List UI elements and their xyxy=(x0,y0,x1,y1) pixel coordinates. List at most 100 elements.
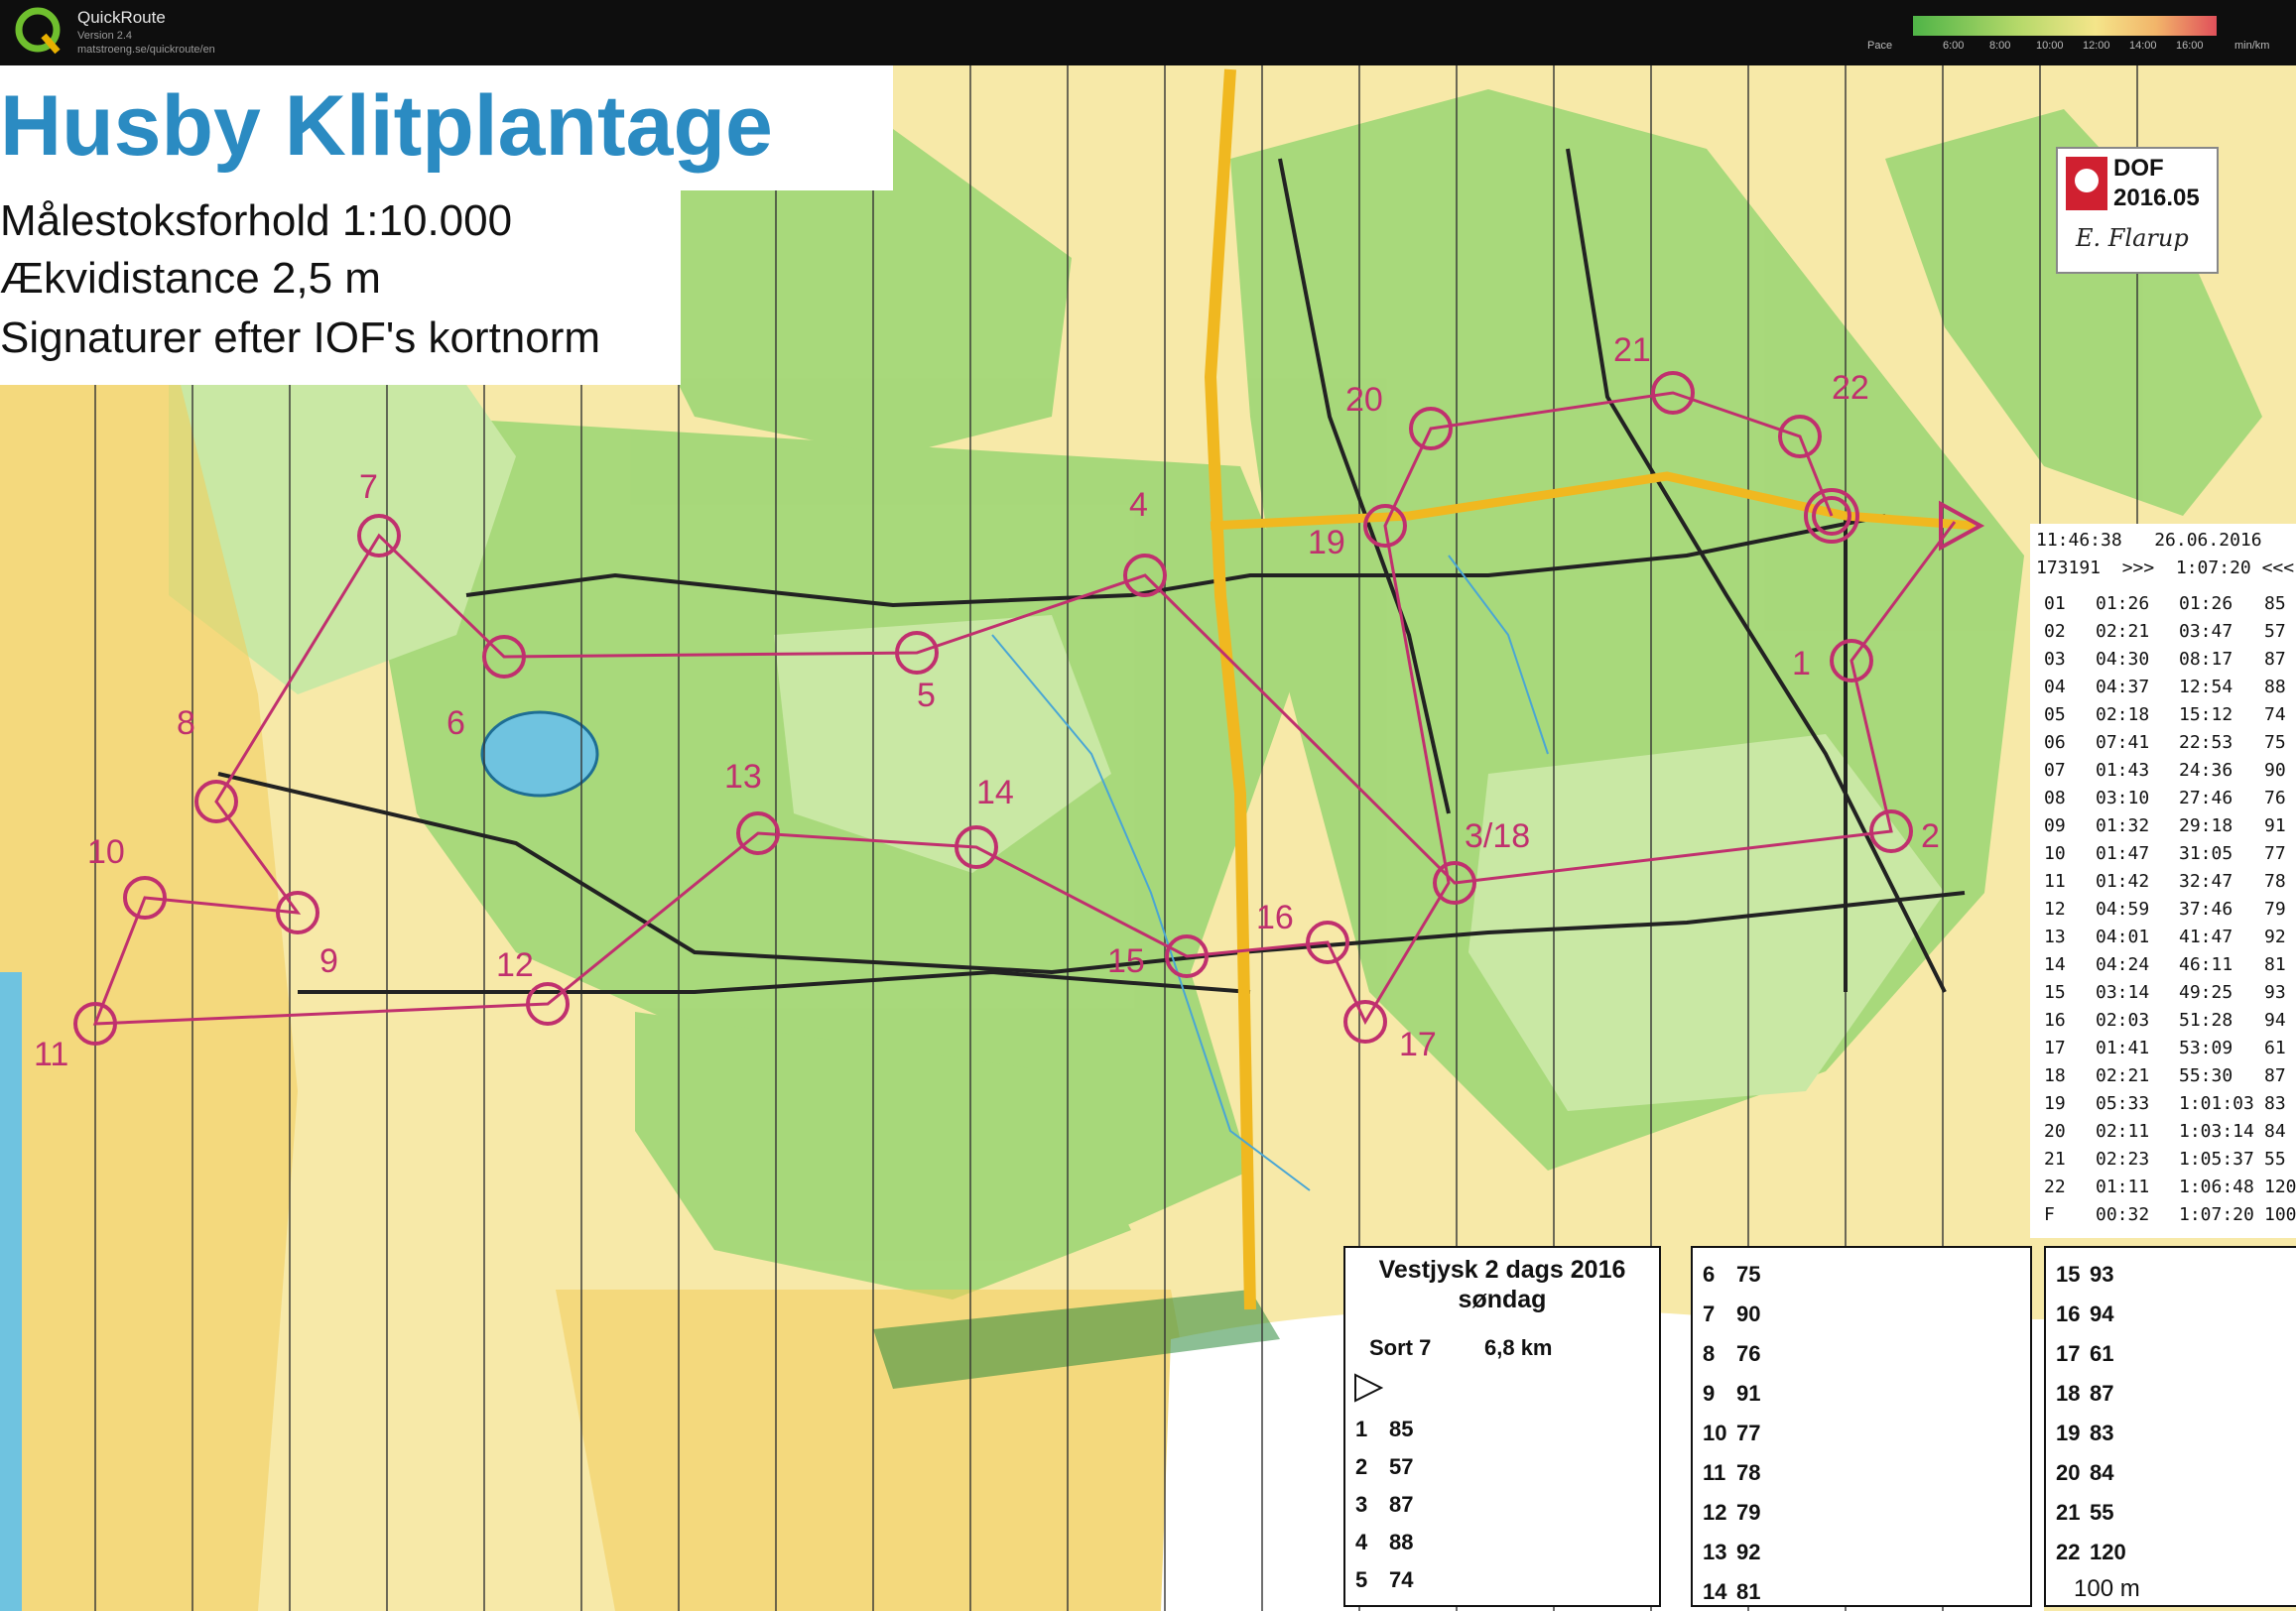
split-cell: 87 xyxy=(2264,1065,2286,1086)
split-row: 05 02:18 15:12 74 xyxy=(2030,704,2296,734)
split-cell: F xyxy=(2044,1204,2055,1225)
split-cell: 14 xyxy=(2044,954,2066,975)
split-row: 13 04:01 41:47 92 xyxy=(2030,927,2296,956)
app-url[interactable]: matstroeng.se/quickroute/en xyxy=(77,44,215,56)
split-cell: 84 xyxy=(2264,1121,2286,1142)
description-cell: 120 xyxy=(2090,1540,2126,1564)
split-cell: 02:11 xyxy=(2096,1121,2150,1142)
description-cell: 77 xyxy=(1736,1421,1761,1445)
description-cell: 17 xyxy=(2056,1341,2081,1366)
split-cell: 22:53 xyxy=(2179,732,2233,753)
app-version: Version 2.4 xyxy=(77,30,133,42)
split-row: 21 02:23 1:05:37 55 xyxy=(2030,1149,2296,1178)
dof-signature: E. Flarup xyxy=(2076,224,2189,252)
quickroute-logo-icon xyxy=(15,7,61,55)
start-triangle-icon xyxy=(1354,1373,1383,1403)
split-row: 14 04:24 46:11 81 xyxy=(2030,954,2296,984)
description-cell: 10 xyxy=(1703,1421,1727,1445)
description-cell: 78 xyxy=(1736,1460,1761,1485)
description-cell: 81 xyxy=(1736,1579,1761,1604)
description-cell: 92 xyxy=(1736,1540,1761,1564)
pace-color-scale xyxy=(1913,16,2217,36)
split-cell: 00:32 xyxy=(2096,1204,2150,1225)
description-cell: 11 xyxy=(1703,1460,1726,1485)
split-cell: 02:18 xyxy=(2096,704,2150,725)
split-cell: 76 xyxy=(2264,788,2286,808)
split-cell: 08 xyxy=(2044,788,2066,808)
split-cell: 02:21 xyxy=(2096,621,2150,642)
splits-timestamp: 11:46:38 26.06.2016 xyxy=(2036,530,2262,551)
split-cell: 87 xyxy=(2264,649,2286,670)
app-name: QuickRoute xyxy=(77,8,166,27)
split-cell: 93 xyxy=(2264,982,2286,1003)
split-row: 12 04:59 37:46 79 xyxy=(2030,899,2296,929)
description-cell: 12 xyxy=(1703,1500,1727,1525)
split-row: 02 02:21 03:47 57 xyxy=(2030,621,2296,651)
description-cell: 84 xyxy=(2090,1460,2114,1485)
split-row: 03 04:30 08:17 87 xyxy=(2030,649,2296,679)
split-cell: 01:47 xyxy=(2096,843,2150,864)
map-scale-text: Målestoksforhold 1:10.000 xyxy=(0,196,513,245)
description-cell: 76 xyxy=(1736,1341,1761,1366)
split-cell: 01:41 xyxy=(2096,1038,2150,1058)
pace-tick: 10:00 xyxy=(2036,40,2064,52)
split-row: 19 05:33 1:01:03 83 xyxy=(2030,1093,2296,1123)
control-label: 22 xyxy=(1832,369,1869,407)
description-cell: 1 xyxy=(1355,1417,1368,1441)
control-label: 19 xyxy=(1308,524,1345,561)
map-title: Husby Klitplantage xyxy=(0,78,773,174)
split-cell: 31:05 xyxy=(2179,843,2233,864)
lake xyxy=(480,710,599,798)
control-label: 17 xyxy=(1399,1026,1437,1063)
pace-tick: 16:00 xyxy=(2176,40,2204,52)
split-cell: 12 xyxy=(2044,899,2066,920)
description-cell: 21 xyxy=(2056,1500,2081,1525)
split-cell: 94 xyxy=(2264,1010,2286,1031)
split-cell: 1:07:20 xyxy=(2179,1204,2254,1225)
course-length: 6,8 km xyxy=(1484,1335,1553,1360)
description-cell: 20 xyxy=(2056,1460,2081,1485)
description-cell: 13 xyxy=(1703,1540,1727,1564)
split-cell: 03:10 xyxy=(2096,788,2150,808)
app-title-bar: QuickRoute Version 2.4 matstroeng.se/qui… xyxy=(0,0,2296,65)
pace-tick: 6:00 xyxy=(1943,40,1965,52)
split-cell: 29:18 xyxy=(2179,815,2233,836)
split-cell: 91 xyxy=(2264,815,2286,836)
split-cell: 04:01 xyxy=(2096,927,2150,947)
split-cell: 88 xyxy=(2264,677,2286,697)
split-cell: 01:43 xyxy=(2096,760,2150,781)
control-label: 1 xyxy=(1792,645,1811,682)
split-cell: 27:46 xyxy=(2179,788,2233,808)
split-cell: 53:09 xyxy=(2179,1038,2233,1058)
description-cell: 88 xyxy=(1389,1530,1414,1554)
description-cell: 90 xyxy=(1736,1301,1761,1326)
split-cell: 77 xyxy=(2264,843,2286,864)
control-label: 11 xyxy=(34,1036,69,1073)
map-symbols-text: Signaturer efter IOF's kortnorm xyxy=(0,313,601,362)
control-label: 21 xyxy=(1613,331,1651,369)
split-cell: 04:30 xyxy=(2096,649,2150,670)
split-cell: 37:46 xyxy=(2179,899,2233,920)
split-cell: 41:47 xyxy=(2179,927,2233,947)
split-cell: 15:12 xyxy=(2179,704,2233,725)
split-cell: 57 xyxy=(2264,621,2286,642)
sea xyxy=(0,972,22,1611)
split-cell: 09 xyxy=(2044,815,2066,836)
description-cell: 9 xyxy=(1703,1381,1716,1406)
control-label: 6 xyxy=(446,704,465,742)
description-cell: 4 xyxy=(1355,1530,1368,1554)
description-cell: 8 xyxy=(1703,1341,1716,1366)
description-cell: 16 xyxy=(2056,1301,2081,1326)
description-cell: 91 xyxy=(1736,1381,1761,1406)
description-sheet-3: 15 93 16 94 17 61 18 87 19 83 20 84 21 55 22 120 xyxy=(2044,1246,2296,1607)
split-cell: 61 xyxy=(2264,1038,2286,1058)
split-cell: 120 xyxy=(2264,1177,2296,1197)
split-cell: 15 xyxy=(2044,982,2066,1003)
split-cell: 05 xyxy=(2044,704,2066,725)
split-cell: 100 xyxy=(2264,1204,2296,1225)
description-cell: 74 xyxy=(1389,1567,1414,1592)
description-cell: 93 xyxy=(2090,1262,2114,1287)
dof-year: 2016.05 xyxy=(2113,185,2200,211)
description-sheet-2: 6 75 7 90 8 76 9 91 10 77 11 78 12 79 13 92 14 81 xyxy=(1691,1246,2032,1607)
split-row: 09 01:32 29:18 91 xyxy=(2030,815,2296,845)
